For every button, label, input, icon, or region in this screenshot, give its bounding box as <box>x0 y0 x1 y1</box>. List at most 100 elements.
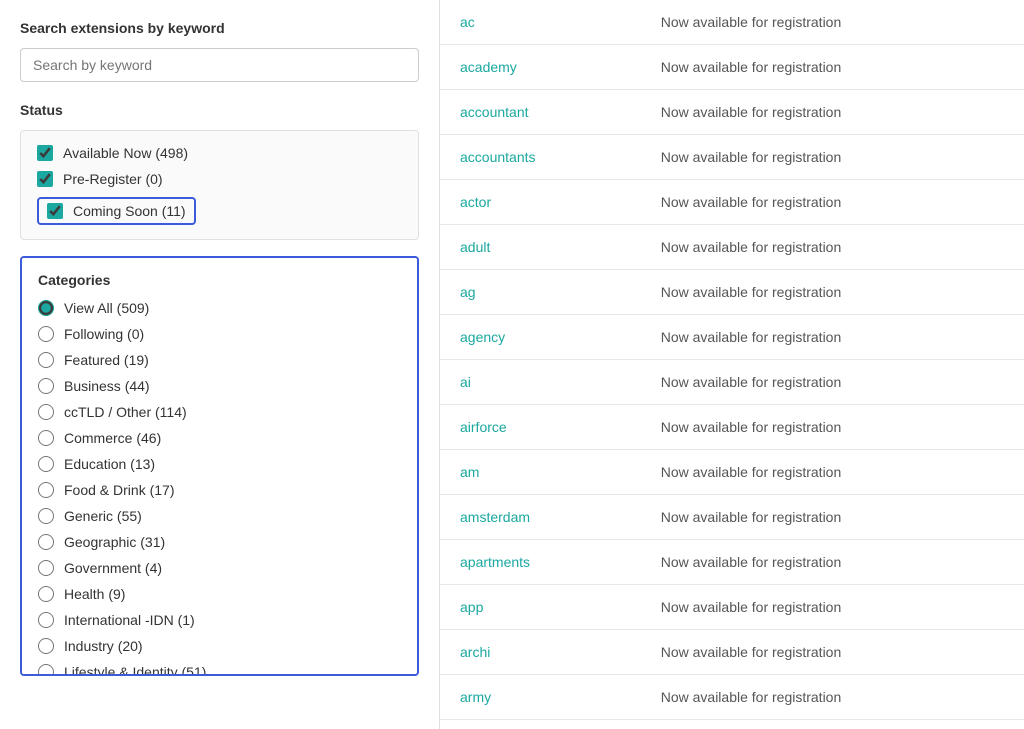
table-row: accountant Now available for registration <box>440 90 1024 135</box>
domain-link[interactable]: apartments <box>460 554 530 570</box>
category-item[interactable]: Geographic (31) <box>38 534 401 550</box>
radio-industry[interactable] <box>38 638 54 654</box>
domain-link[interactable]: actor <box>460 194 491 210</box>
status-coming-soon[interactable]: Coming Soon (11) <box>37 197 196 225</box>
domain-link[interactable]: am <box>460 464 479 480</box>
domain-link[interactable]: app <box>460 599 483 615</box>
domain-cell: ai <box>440 360 641 405</box>
radio-geographic[interactable] <box>38 534 54 550</box>
domain-status: Now available for registration <box>641 45 1024 90</box>
categories-title: Categories <box>38 272 401 288</box>
radio-food-drink[interactable] <box>38 482 54 498</box>
domain-cell: ac <box>440 0 641 45</box>
search-input-wrapper[interactable] <box>20 48 419 82</box>
domain-status: Now available for registration <box>641 405 1024 450</box>
table-row: army Now available for registration <box>440 675 1024 720</box>
table-row: aiNow available for registration <box>440 360 1024 405</box>
domain-status: Now available for registration <box>641 630 1024 675</box>
status-available-now[interactable]: Available Now (498) <box>37 145 402 161</box>
radio-business[interactable] <box>38 378 54 394</box>
status-section: Status Available Now (498) Pre-Register … <box>20 102 419 240</box>
domain-link[interactable]: army <box>460 689 491 705</box>
category-label-food-drink: Food & Drink (17) <box>64 482 174 498</box>
category-item[interactable]: Featured (19) <box>38 352 401 368</box>
domain-cell: apartments <box>440 540 641 585</box>
domain-link[interactable]: ai <box>460 374 471 390</box>
radio-following[interactable] <box>38 326 54 342</box>
categories-section: Categories View All (509) Following (0) Fe… <box>20 256 419 676</box>
radio-view-all[interactable] <box>38 300 54 316</box>
table-row: apartmentsNow available for registration <box>440 540 1024 585</box>
radio-generic[interactable] <box>38 508 54 524</box>
table-row: archi Now available for registration <box>440 630 1024 675</box>
category-item[interactable]: View All (509) <box>38 300 401 316</box>
table-row: airforce Now available for registration <box>440 405 1024 450</box>
table-row: actorNow available for registration <box>440 180 1024 225</box>
domain-link[interactable]: agency <box>460 329 505 345</box>
status-pre-register[interactable]: Pre-Register (0) <box>37 171 402 187</box>
table-row: artNow available for registration <box>440 720 1024 729</box>
radio-education[interactable] <box>38 456 54 472</box>
table-row: amNow available for registration <box>440 450 1024 495</box>
radio-cctld[interactable] <box>38 404 54 420</box>
category-label-government: Government (4) <box>64 560 162 576</box>
checkbox-available-now[interactable] <box>37 145 53 161</box>
domain-link[interactable]: accountant <box>460 104 529 120</box>
category-label-geographic: Geographic (31) <box>64 534 165 550</box>
checkbox-coming-soon[interactable] <box>47 203 63 219</box>
category-item[interactable]: Commerce (46) <box>38 430 401 446</box>
left-panel: Search extensions by keyword Status Avai… <box>0 0 440 729</box>
category-item[interactable]: International -IDN (1) <box>38 612 401 628</box>
domain-link[interactable]: airforce <box>460 419 507 435</box>
radio-government[interactable] <box>38 560 54 576</box>
category-item[interactable]: Food & Drink (17) <box>38 482 401 498</box>
category-item[interactable]: Education (13) <box>38 456 401 472</box>
domain-link[interactable]: adult <box>460 239 490 255</box>
category-item[interactable]: Lifestyle & Identity (51) <box>38 664 401 676</box>
domain-link[interactable]: amsterdam <box>460 509 530 525</box>
table-row: academy Now available for registration <box>440 45 1024 90</box>
radio-featured[interactable] <box>38 352 54 368</box>
table-row: accountants Now available for registratio… <box>440 135 1024 180</box>
table-row: agencyNow available for registration <box>440 315 1024 360</box>
domain-cell: army <box>440 675 641 720</box>
domain-status: Now available for registration <box>641 90 1024 135</box>
search-section: Search extensions by keyword <box>20 20 419 82</box>
search-input[interactable] <box>33 57 406 73</box>
domain-link[interactable]: archi <box>460 644 490 660</box>
radio-health[interactable] <box>38 586 54 602</box>
domain-table: ac Now available for registration academy N… <box>440 0 1024 729</box>
category-label-education: Education (13) <box>64 456 155 472</box>
category-label-commerce: Commerce (46) <box>64 430 161 446</box>
domain-cell: amsterdam <box>440 495 641 540</box>
table-row: adult Now available for registration <box>440 225 1024 270</box>
radio-international[interactable] <box>38 612 54 628</box>
search-section-title: Search extensions by keyword <box>20 20 419 36</box>
domain-status: Now available for registration <box>641 225 1024 270</box>
domain-status: Now available for registration <box>641 720 1024 729</box>
domain-cell: agency <box>440 315 641 360</box>
category-label-view-all: View All (509) <box>64 300 149 316</box>
domain-status: Now available for registration <box>641 495 1024 540</box>
category-item[interactable]: ccTLD / Other (114) <box>38 404 401 420</box>
table-row: amsterdam Now available for registration <box>440 495 1024 540</box>
category-item[interactable]: Following (0) <box>38 326 401 342</box>
radio-commerce[interactable] <box>38 430 54 446</box>
domain-cell: ag <box>440 270 641 315</box>
domain-link[interactable]: ag <box>460 284 476 300</box>
domain-link[interactable]: academy <box>460 59 517 75</box>
domain-link[interactable]: ac <box>460 14 475 30</box>
domain-status: Now available for registration <box>641 675 1024 720</box>
category-item[interactable]: Government (4) <box>38 560 401 576</box>
category-item[interactable]: Health (9) <box>38 586 401 602</box>
category-label-following: Following (0) <box>64 326 144 342</box>
category-item[interactable]: Business (44) <box>38 378 401 394</box>
checkbox-pre-register[interactable] <box>37 171 53 187</box>
radio-lifestyle[interactable] <box>38 664 54 676</box>
domain-status: Now available for registration <box>641 135 1024 180</box>
category-item[interactable]: Industry (20) <box>38 638 401 654</box>
category-item[interactable]: Generic (55) <box>38 508 401 524</box>
table-row: app Now available for registration <box>440 585 1024 630</box>
domain-status: Now available for registration <box>641 585 1024 630</box>
domain-link[interactable]: accountants <box>460 149 536 165</box>
